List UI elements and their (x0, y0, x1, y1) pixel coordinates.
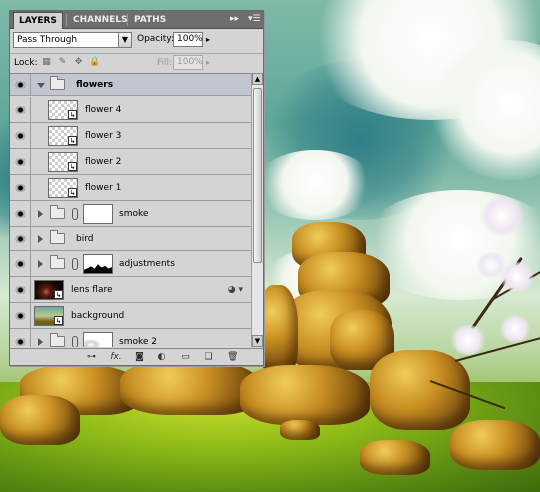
layer-thumbnail: ↳ (48, 152, 78, 172)
layer-mask-thumbnail (83, 204, 113, 224)
smart-object-icon: ↳ (54, 316, 63, 325)
tab-channels[interactable]: CHANNELS (68, 12, 133, 29)
layer-name: flowers (76, 79, 114, 90)
visibility-eye-icon[interactable] (14, 311, 27, 320)
layer-thumbnail: ↳ (48, 178, 78, 198)
layer-name: smoke 2 (119, 336, 157, 347)
layers-bottom-toolbar: ⊶ fx. ◙ ◐ ▭ ❏ 🗑 (10, 348, 263, 365)
panel-menu-icon[interactable]: ▾☰ (248, 13, 261, 26)
layer-name: lens flare (71, 284, 113, 295)
layer-row-flowers[interactable]: flowers (10, 74, 251, 96)
visibility-eye-icon[interactable] (14, 80, 27, 89)
new-group-icon[interactable]: ▭ (180, 352, 191, 363)
visibility-eye-icon[interactable] (14, 105, 27, 114)
scroll-down-icon[interactable]: ▼ (252, 335, 263, 347)
chevron-down-icon[interactable]: ▼ (118, 32, 132, 48)
double-arrow-right-icon[interactable]: ▸▸ (230, 13, 239, 26)
layer-name: flower 2 (85, 156, 122, 167)
layer-row-background[interactable]: ↳ background (10, 303, 251, 329)
link-chain-icon (72, 257, 78, 270)
layer-name: flower 3 (85, 130, 122, 141)
folder-icon (50, 204, 65, 219)
lock-position-icon[interactable]: ✥ (73, 57, 84, 68)
layer-name: background (71, 310, 125, 321)
smart-object-icon: ↳ (54, 290, 63, 299)
layer-thumbnail: ↳ (34, 306, 64, 326)
smart-object-icon: ↳ (68, 136, 77, 145)
fill-slider-arrow-icon[interactable]: ▸ (206, 55, 210, 70)
link-chain-icon (72, 335, 78, 347)
layer-name: adjustments (119, 258, 175, 269)
tab-layers[interactable]: LAYERS (13, 12, 63, 29)
smart-object-icon: ↳ (68, 188, 77, 197)
layer-name: smoke (119, 208, 149, 219)
lock-image-icon[interactable]: ✎ (57, 57, 68, 68)
visibility-eye-icon[interactable] (14, 183, 27, 192)
blend-mode-select[interactable]: Pass Through ▼ (13, 32, 132, 48)
layer-mask-thumbnail (83, 254, 113, 274)
folder-icon (50, 254, 65, 269)
layer-thumbnail: ↳ (34, 280, 64, 300)
scroll-up-icon[interactable]: ▲ (252, 73, 263, 85)
layer-mask-thumbnail (83, 332, 113, 347)
lock-all-icon[interactable]: 🔒 (89, 57, 100, 68)
blend-mode-value: Pass Through (17, 35, 78, 45)
layer-effects-icon[interactable]: ◕ ▾ (228, 285, 243, 295)
visibility-eye-icon[interactable] (14, 285, 27, 294)
expand-arrow-icon[interactable] (38, 234, 43, 243)
scrollbar-thumb[interactable] (253, 88, 262, 263)
visibility-eye-icon[interactable] (14, 337, 27, 346)
add-mask-icon[interactable]: ◙ (134, 352, 145, 363)
collapse-arrow-icon[interactable] (37, 82, 45, 88)
layer-row-smoke-2[interactable]: smoke 2 (10, 329, 251, 347)
layer-row-smoke[interactable]: smoke (10, 201, 251, 227)
visibility-eye-icon[interactable] (14, 209, 27, 218)
visibility-eye-icon[interactable] (14, 259, 27, 268)
expand-arrow-icon[interactable] (38, 259, 43, 268)
visibility-eye-icon[interactable] (14, 131, 27, 140)
smart-object-icon: ↳ (68, 110, 77, 119)
layer-row-lens-flare[interactable]: ↳ lens flare ◕ ▾ (10, 277, 251, 303)
new-layer-icon[interactable]: ❏ (203, 352, 214, 363)
trash-icon[interactable]: 🗑 (227, 352, 238, 363)
fill-label: Fill: (157, 58, 173, 68)
opacity-label: Opacity: (137, 34, 174, 44)
layer-row-bird[interactable]: bird (10, 227, 251, 251)
adjustment-layer-icon[interactable]: ◐ (156, 352, 167, 363)
layer-row-adjustments[interactable]: adjustments (10, 251, 251, 277)
layer-name: flower 4 (85, 104, 122, 115)
layer-row-flower-2[interactable]: ↳ flower 2 (10, 149, 251, 175)
layer-row-flower-1[interactable]: ↳ flower 1 (10, 175, 251, 201)
visibility-eye-icon[interactable] (14, 234, 27, 243)
layer-name: bird (76, 233, 94, 244)
folder-icon (50, 229, 65, 244)
opacity-slider-arrow-icon[interactable]: ▸ (206, 32, 210, 47)
folder-icon (50, 75, 65, 90)
lock-label: Lock: (14, 58, 38, 68)
tab-paths[interactable]: PATHS (129, 12, 171, 29)
layers-list: flowers ↳ flower 4 ↳ flower 3 ↳ flower 2… (10, 73, 251, 347)
smart-object-icon: ↳ (68, 162, 77, 171)
layers-panel: LAYERS CHANNELS PATHS ▸▸ ▾☰ Pass Through… (9, 10, 264, 366)
visibility-eye-icon[interactable] (14, 157, 27, 166)
fill-field[interactable]: 100% (173, 55, 203, 70)
link-layers-icon[interactable]: ⊶ (86, 352, 97, 363)
layer-row-flower-3[interactable]: ↳ flower 3 (10, 123, 251, 149)
panel-tab-bar: LAYERS CHANNELS PATHS ▸▸ ▾☰ (10, 11, 263, 29)
layer-thumbnail: ↳ (48, 126, 78, 146)
layer-name: flower 1 (85, 182, 122, 193)
opacity-field[interactable]: 100% (173, 32, 203, 47)
link-chain-icon (72, 207, 78, 220)
expand-arrow-icon[interactable] (38, 337, 43, 346)
folder-icon (50, 332, 65, 347)
layer-row-flower-4[interactable]: ↳ flower 4 (10, 97, 251, 123)
fx-icon[interactable]: fx. (108, 352, 124, 363)
layer-thumbnail: ↳ (48, 100, 78, 120)
expand-arrow-icon[interactable] (38, 209, 43, 218)
lock-transparency-icon[interactable]: ▦ (41, 57, 52, 68)
layers-scrollbar[interactable]: ▲ ▼ (251, 73, 263, 347)
